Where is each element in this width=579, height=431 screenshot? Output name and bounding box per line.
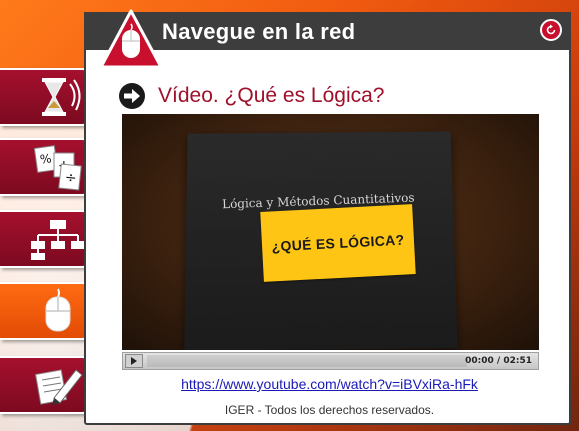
refresh-button[interactable]	[540, 19, 562, 41]
sidebar-item-math[interactable]: % + ÷	[0, 138, 96, 196]
section-heading: Vídeo. ¿Qué es Lógica?	[118, 82, 384, 110]
arrow-right-circle-icon	[119, 83, 145, 109]
time-display: 00:00 / 02:51	[465, 356, 532, 366]
page-title: Navegue en la red	[162, 19, 356, 44]
svg-text:%: %	[39, 151, 52, 166]
seek-bar[interactable]	[147, 355, 467, 367]
video-controls: 00:00 / 02:51	[122, 352, 539, 370]
section-title: Vídeo. ¿Qué es Lógica?	[158, 84, 385, 107]
play-icon	[131, 357, 137, 365]
hourglass-icon	[42, 78, 81, 116]
video-player[interactable]: Lógica y Métodos Cuantitativos ¿QUÉ ES L…	[122, 114, 539, 350]
sidebar-item-hourglass[interactable]	[0, 68, 96, 126]
video-label-text: ¿QUÉ ES LÓGICA?	[271, 231, 405, 255]
play-button[interactable]	[125, 354, 143, 368]
video-book-label: ¿QUÉ ES LÓGICA?	[260, 204, 416, 282]
sidebar-item-navegue[interactable]	[0, 282, 96, 340]
svg-text:÷: ÷	[64, 170, 77, 187]
video-link[interactable]: https://www.youtube.com/watch?v=iBVxiRa-…	[0, 376, 579, 392]
math-operations-icon: % + ÷	[33, 145, 82, 191]
copyright-text: IGER - Todos los derechos reservados.	[224, 403, 435, 417]
org-chart-icon	[31, 220, 85, 260]
refresh-icon	[546, 24, 556, 35]
sidebar-item-diagram[interactable]	[0, 210, 96, 268]
logo-mouse-icon	[99, 9, 163, 69]
mouse-icon	[45, 288, 71, 332]
